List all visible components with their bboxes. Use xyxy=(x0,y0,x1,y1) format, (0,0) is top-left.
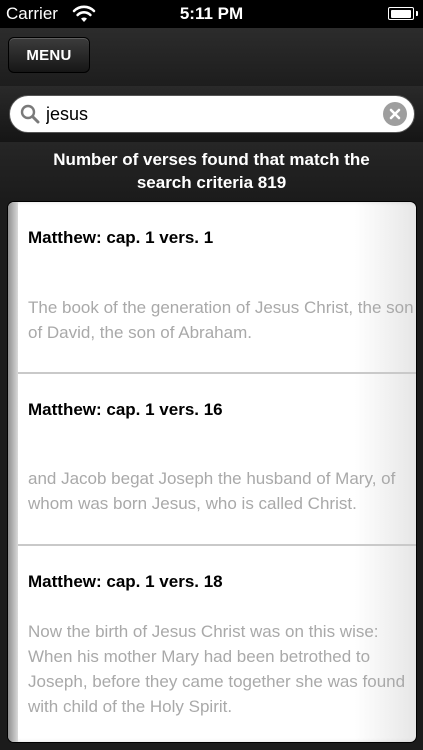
verse-text: Now the birth of Jesus Christ was on thi… xyxy=(28,622,406,716)
list-item[interactable]: Matthew: cap. 1 vers. 16 and Jacob begat… xyxy=(18,374,416,546)
results-count-header: Number of verses found that match the se… xyxy=(0,142,423,200)
battery-icon xyxy=(388,7,418,20)
verse-text: and Jacob begat Joseph the husband of Ma… xyxy=(28,469,396,513)
results-count-line1: Number of verses found that match the xyxy=(53,150,370,169)
search-input[interactable] xyxy=(46,96,376,132)
search-bar xyxy=(0,86,423,142)
verse-reference: Matthew: cap. 1 vers. 1 xyxy=(28,228,214,247)
list-item[interactable]: Matthew: cap. 1 vers. 1 The book of the … xyxy=(18,202,416,374)
clear-icon[interactable] xyxy=(383,102,407,126)
search-field[interactable] xyxy=(9,95,415,133)
clock: 5:11 PM xyxy=(179,4,244,23)
panel-edge xyxy=(8,202,18,742)
verse-reference: Matthew: cap. 1 vers. 18 xyxy=(28,572,223,591)
list-item[interactable]: Matthew: cap. 1 vers. 18 Now the birth o… xyxy=(18,546,416,718)
status-bar: Carrier 5:11 PM xyxy=(0,0,423,28)
search-icon xyxy=(20,104,40,124)
verse-reference: Matthew: cap. 1 vers. 16 xyxy=(28,400,223,419)
menu-button[interactable]: MENU xyxy=(8,37,90,73)
results-count-line2: search criteria 819 xyxy=(136,173,287,192)
verse-text: The book of the generation of Jesus Chri… xyxy=(28,298,414,342)
results-list[interactable]: Matthew: cap. 1 vers. 1 The book of the … xyxy=(8,202,416,742)
top-toolbar: MENU xyxy=(0,28,423,87)
